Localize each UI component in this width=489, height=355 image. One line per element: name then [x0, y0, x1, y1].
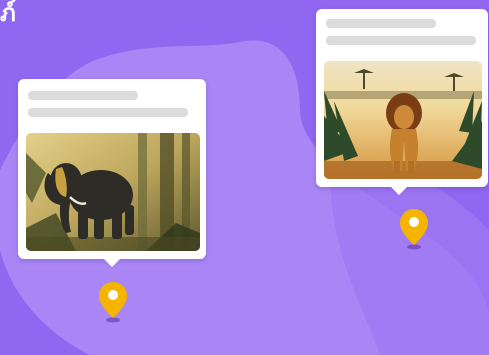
placeholder-title-bar: [326, 19, 436, 28]
elephant-image: [26, 133, 200, 251]
corner-title-text: ภ์: [0, 0, 16, 27]
lion-location-card[interactable]: [316, 9, 488, 195]
lion-map-pin-icon[interactable]: [398, 207, 430, 251]
placeholder-title-bar: [28, 91, 138, 100]
placeholder-subtitle-bar: [326, 36, 476, 45]
elephant-map-pin-icon[interactable]: [97, 280, 129, 324]
elephant-location-card[interactable]: [18, 79, 206, 267]
placeholder-subtitle-bar: [28, 108, 188, 117]
lion-image: [324, 61, 482, 179]
